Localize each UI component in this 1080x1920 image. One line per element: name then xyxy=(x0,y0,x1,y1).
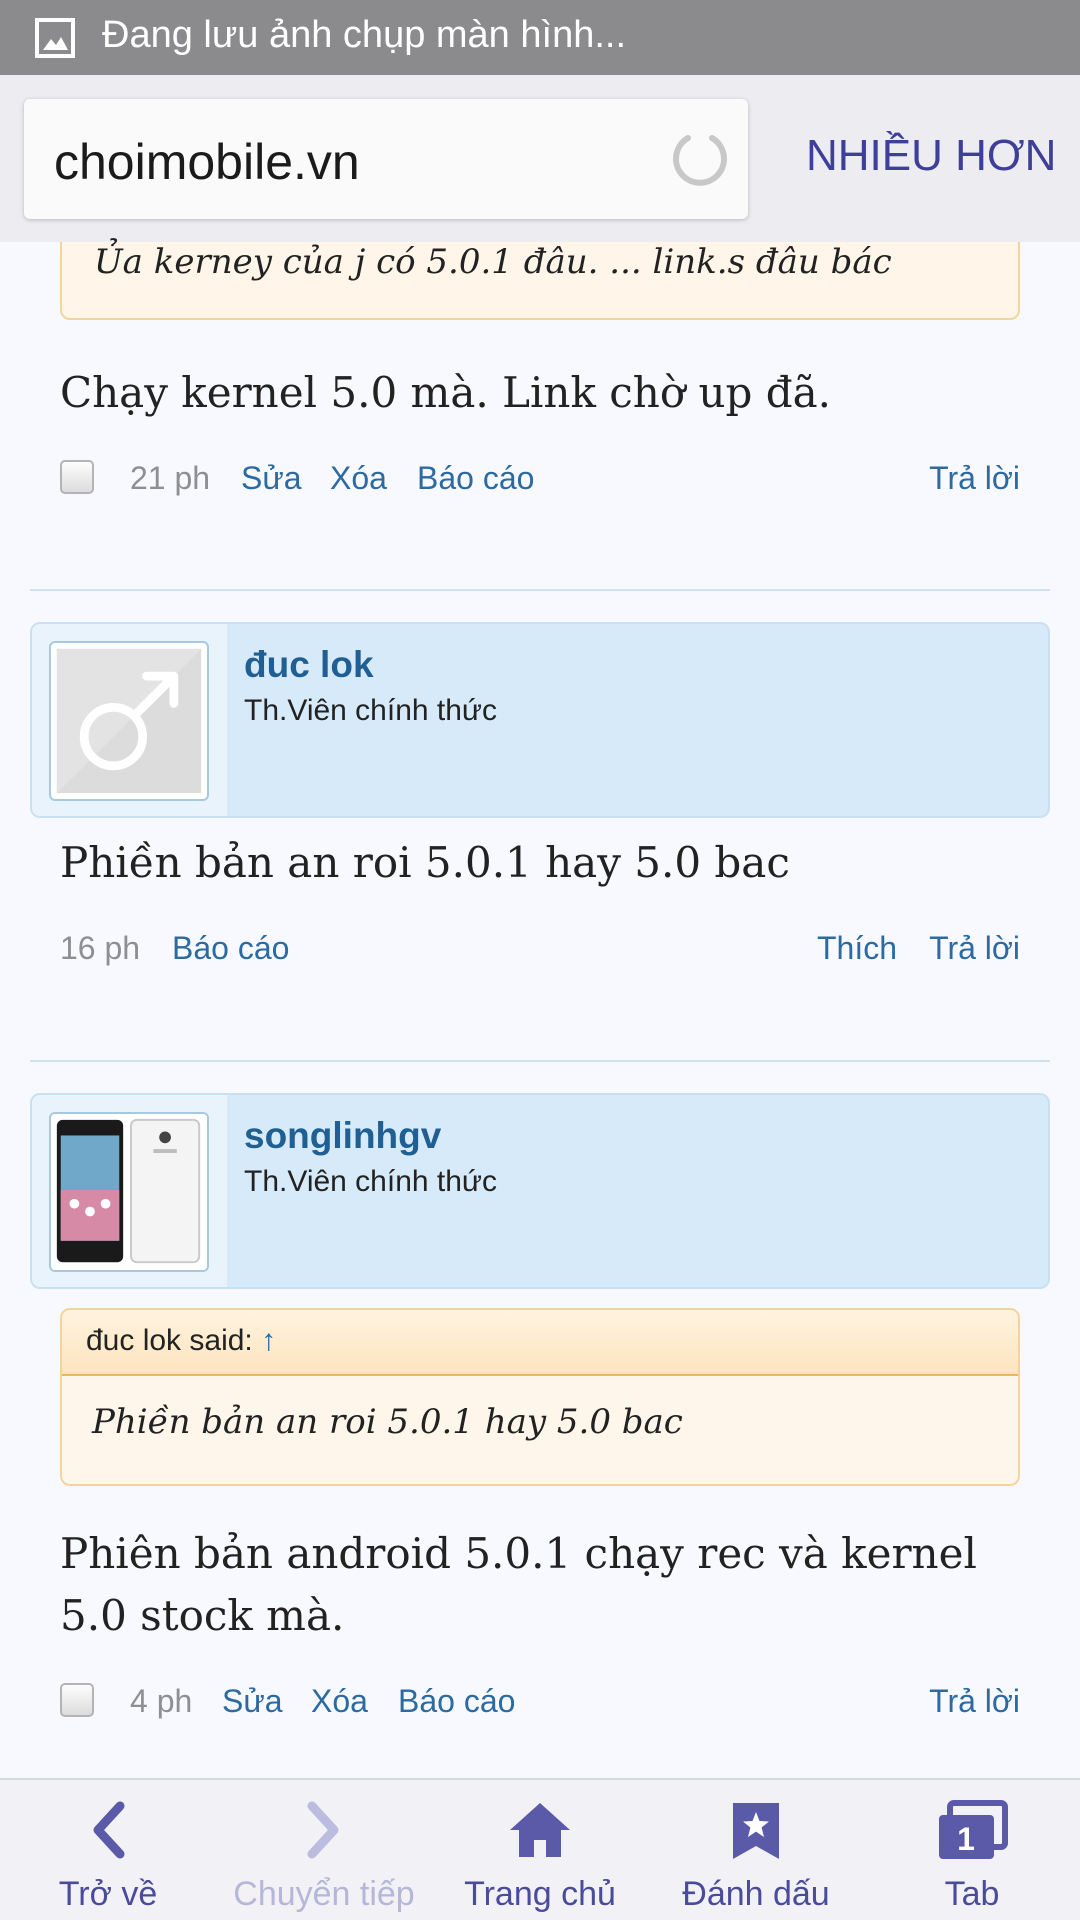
notification-text: Đang lưu ảnh chụp màn hình... xyxy=(102,14,627,56)
post-1: Ủa kerney của j có 5.0.1 đâu. ... link.s… xyxy=(0,242,1080,560)
select-checkbox[interactable] xyxy=(60,460,94,494)
edit-link[interactable]: Sửa xyxy=(241,460,302,497)
post-time: 4 ph xyxy=(130,1683,193,1719)
post-time: 16 ph xyxy=(60,930,141,966)
image-icon xyxy=(35,18,75,58)
home-icon xyxy=(510,1803,570,1857)
quote-author: đuc lok said: xyxy=(86,1324,253,1357)
like-link[interactable]: Thích xyxy=(817,930,897,967)
post-3: songlinhgv Th.Viên chính thức đuc lok sa… xyxy=(0,1093,1080,1773)
quote-box: Ủa kerney của j có 5.0.1 đâu. ... link.s… xyxy=(60,242,1020,320)
report-link[interactable]: Báo cáo xyxy=(172,930,289,967)
jump-to-quote-arrow[interactable]: ↑ xyxy=(261,1324,276,1357)
bookmark-star-icon xyxy=(733,1803,779,1859)
delete-link[interactable]: Xóa xyxy=(311,1683,368,1720)
user-info-panel: đuc lok Th.Viên chính thức xyxy=(30,622,1050,818)
forward-arrow-icon xyxy=(307,1801,339,1859)
edit-link[interactable]: Sửa xyxy=(222,1683,283,1720)
username-link[interactable]: đuc lok xyxy=(244,644,374,686)
post-meta: 4 ph Sửa Xóa Báo cáo Trả lời xyxy=(60,1675,1020,1725)
avatar[interactable] xyxy=(49,1112,209,1272)
more-button[interactable]: NHIỀU HƠN xyxy=(806,131,1056,181)
reply-link[interactable]: Trả lời xyxy=(929,1683,1020,1720)
post-text: Phiên bản android 5.0.1 chạy rec và kern… xyxy=(60,1529,977,1640)
post-2: đuc lok Th.Viên chính thức Phiền bản an … xyxy=(0,622,1080,1022)
browser-toolbar: choimobile.vn NHIỀU HƠN xyxy=(0,75,1080,242)
male-avatar-icon xyxy=(56,648,202,794)
post-meta: 21 ph Sửa Xóa Báo cáo Trả lời xyxy=(60,452,1020,502)
back-button[interactable]: Trở về xyxy=(0,1780,216,1920)
quote-text: Ủa kerney của j có 5.0.1 đâu. ... link.s… xyxy=(94,242,892,282)
post-text: Chạy kernel 5.0 mà. Link chờ up đã. xyxy=(60,368,832,417)
url-text[interactable]: choimobile.vn xyxy=(54,133,360,191)
bottom-navigation: Trở về Chuyển tiếp Trang chủ Đánh dấu 1 … xyxy=(0,1778,1080,1920)
tabs-button[interactable]: 1 Tab xyxy=(864,1780,1080,1920)
quote-text: Phiền bản an roi 5.0.1 hay 5.0 bac xyxy=(92,1402,683,1442)
user-info-panel: songlinhgv Th.Viên chính thức xyxy=(30,1093,1050,1289)
tabs-icon: 1 xyxy=(939,1800,1008,1859)
tab-count: 1 xyxy=(957,1821,975,1857)
post-separator xyxy=(30,589,1050,591)
bookmark-button[interactable]: Đánh dấu xyxy=(648,1780,864,1920)
user-title: Th.Viên chính thức xyxy=(244,694,498,727)
report-link[interactable]: Báo cáo xyxy=(417,460,534,497)
username-link[interactable]: songlinhgv xyxy=(244,1115,441,1157)
forward-button[interactable]: Chuyển tiếp xyxy=(216,1780,432,1920)
reply-link[interactable]: Trả lời xyxy=(929,460,1020,497)
status-bar: Đang lưu ảnh chụp màn hình... xyxy=(0,0,1080,75)
user-title: Th.Viên chính thức xyxy=(244,1165,498,1198)
reply-link[interactable]: Trả lời xyxy=(929,930,1020,967)
delete-link[interactable]: Xóa xyxy=(330,460,387,497)
post-time: 21 ph xyxy=(130,460,211,496)
report-link[interactable]: Báo cáo xyxy=(398,1683,515,1720)
select-checkbox[interactable] xyxy=(60,1683,94,1717)
back-arrow-icon xyxy=(93,1801,125,1859)
home-button[interactable]: Trang chủ xyxy=(432,1780,648,1920)
avatar[interactable] xyxy=(49,641,209,801)
url-bar[interactable]: choimobile.vn xyxy=(24,99,748,219)
quote-header: đuc lok said: ↑ xyxy=(62,1310,1018,1376)
phone-avatar-image xyxy=(51,1114,207,1270)
post-meta: 16 ph Báo cáo Thích Trả lời xyxy=(60,922,1020,972)
post-separator xyxy=(30,1060,1050,1062)
reload-icon[interactable] xyxy=(668,127,732,191)
post-text: Phiền bản an roi 5.0.1 hay 5.0 bac xyxy=(60,838,790,887)
quote-box: đuc lok said: ↑ Phiền bản an roi 5.0.1 h… xyxy=(60,1308,1020,1486)
